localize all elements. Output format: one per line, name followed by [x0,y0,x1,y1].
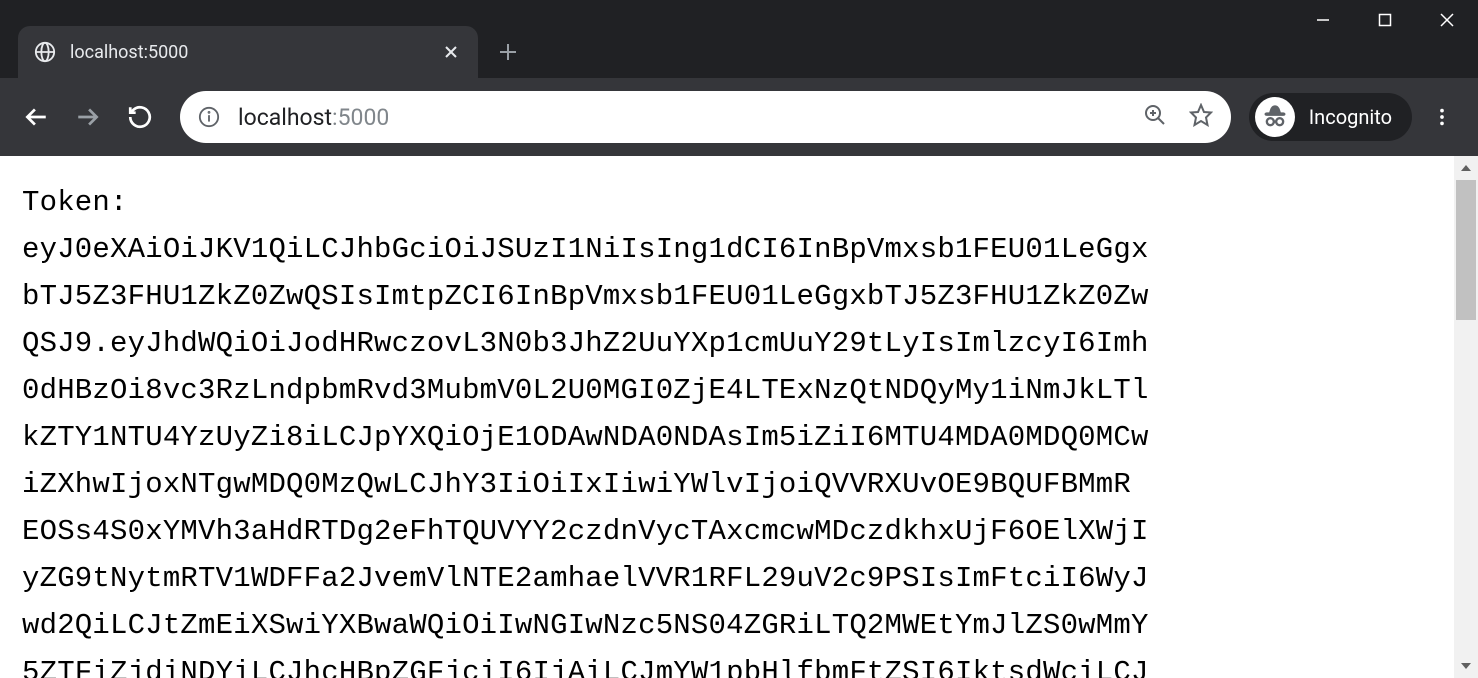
tab-title: localhost:5000 [70,42,426,63]
close-tab-button[interactable] [440,41,462,63]
token-line: bTJ5Z3FHU1ZkZ0ZwQSIsImtpZCI6InBpVmxsb1FE… [22,280,1149,313]
page-content: Token: eyJ0eXAiOiJKV1QiLCJhbGciOiJSUzI1N… [0,156,1478,678]
globe-icon [34,41,56,63]
url-text: localhost:5000 [238,104,1125,131]
reload-button[interactable] [118,95,162,139]
scroll-down-button[interactable] [1454,654,1478,678]
token-line: wd2QiLCJtZmEiXSwiYXBwaWQiOiIwNGIwNzc5NS0… [22,609,1149,642]
forward-button[interactable] [66,95,110,139]
token-line: 5ZTFiZjdiNDYiLCJhcHBpZGFjciI6IjAiLCJmYW1… [22,656,1149,678]
tabstrip: localhost:5000 [0,26,528,78]
token-line: EOSs4S0xYMVh3aHdRTDg2eFhTQUVYY2czdnVycTA… [22,515,1149,548]
token-label: Token: [22,186,128,219]
site-info-icon[interactable] [198,106,220,128]
token-line: yZG9tNytmRTV1WDFFa2JvemVlNTE2amhaelVVR1R… [22,562,1149,595]
token-line: 0dHBzOi8vc3RzLndpbmRvd3MubmV0L2U0MGI0ZjE… [22,374,1149,407]
titlebar: localhost:5000 [0,0,1478,78]
back-button[interactable] [14,95,58,139]
vertical-scrollbar[interactable] [1454,156,1478,678]
token-line: eyJ0eXAiOiJKV1QiLCJhbGciOiJSUzI1NiIsIng1… [22,233,1149,266]
incognito-indicator[interactable]: Incognito [1249,93,1412,141]
close-window-button[interactable] [1416,0,1478,40]
browser-tab[interactable]: localhost:5000 [18,26,478,78]
toolbar: localhost:5000 Incognito [0,78,1478,156]
token-line: kZTY1NTU4YzUyZi8iLCJpYXQiOjE1ODAwNDA0NDA… [22,421,1149,454]
kebab-menu-button[interactable] [1420,95,1464,139]
url-port: :5000 [332,104,389,131]
incognito-icon [1255,97,1295,137]
url-host: localhost [238,104,332,131]
incognito-label: Incognito [1309,105,1392,129]
bookmark-star-icon[interactable] [1189,103,1213,131]
viewport: Token: eyJ0eXAiOiJKV1QiLCJhbGciOiJSUzI1N… [0,156,1478,678]
token-line: iZXhwIjoxNTgwMDQ0MzQwLCJhY3IiOiIxIiwiYWl… [22,468,1131,501]
address-bar[interactable]: localhost:5000 [180,91,1231,143]
window-controls [1292,0,1478,40]
scroll-up-button[interactable] [1454,156,1478,180]
new-tab-button[interactable] [488,32,528,72]
token-line: QSJ9.eyJhdWQiOiJodHRwczovL3N0b3JhZ2UuYXp… [22,327,1149,360]
zoom-icon[interactable] [1143,103,1167,131]
minimize-button[interactable] [1292,0,1354,40]
maximize-button[interactable] [1354,0,1416,40]
scroll-thumb[interactable] [1456,180,1476,320]
